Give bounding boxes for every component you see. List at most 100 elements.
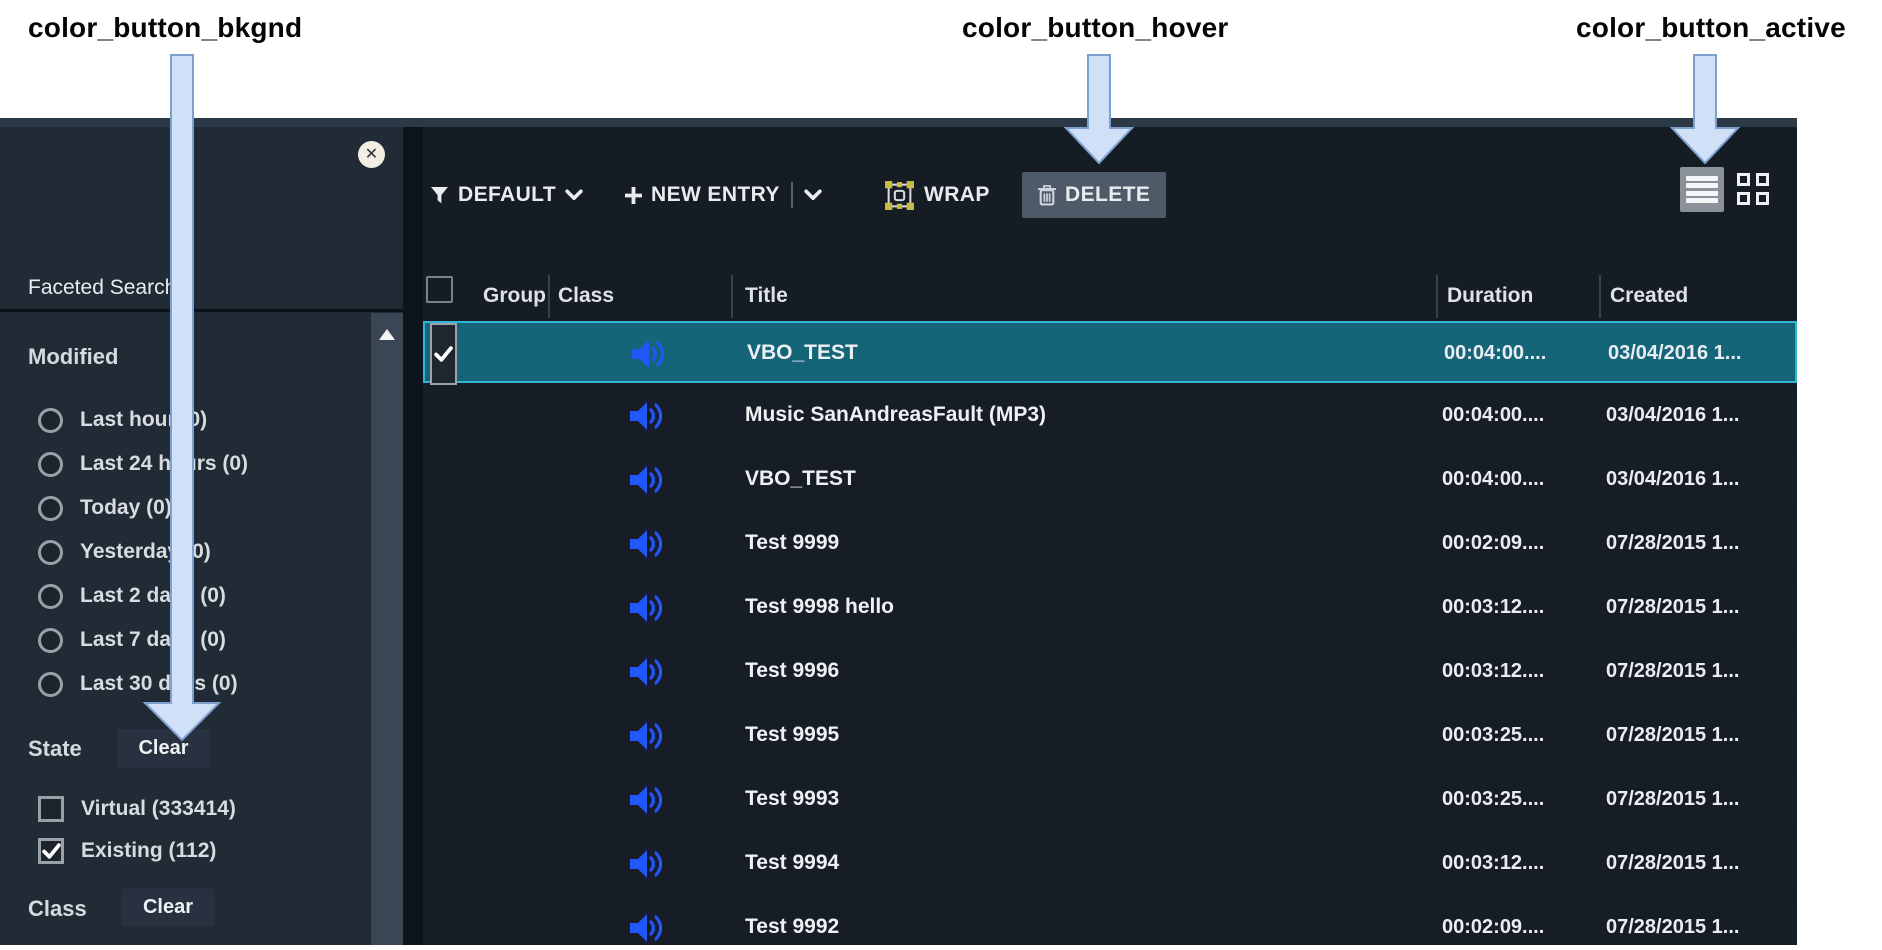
table-row[interactable]: Test 999500:03:25....07/28/2015 1... bbox=[423, 705, 1797, 767]
radio-button-icon[interactable] bbox=[38, 628, 63, 653]
facet-option-label: Last 7 days (0) bbox=[80, 628, 226, 652]
table-row[interactable]: Test 999200:02:09....07/28/2015 1... bbox=[423, 897, 1797, 945]
grid-view-button[interactable] bbox=[1737, 173, 1770, 206]
delete-button-hovered[interactable]: DELETE bbox=[1022, 172, 1166, 218]
audio-speaker-icon bbox=[627, 400, 663, 432]
row-duration: 00:04:00.... bbox=[1442, 449, 1544, 511]
column-separator[interactable] bbox=[548, 275, 550, 318]
wrap-selection-icon bbox=[884, 180, 915, 211]
facet-option-checkbox[interactable]: Existing (112) bbox=[38, 830, 368, 872]
column-separator[interactable] bbox=[731, 275, 733, 318]
list-view-icon bbox=[1686, 176, 1718, 181]
results-table: VBO_TEST00:04:00....03/04/2016 1...Music… bbox=[423, 321, 1797, 945]
annotation-label-color-button-bkgnd: color_button_bkgnd bbox=[28, 12, 302, 44]
class-clear-button[interactable]: Clear bbox=[122, 888, 214, 926]
facet-option-radio[interactable]: Last 2 days (0) bbox=[38, 574, 368, 618]
row-title: VBO_TEST bbox=[745, 449, 856, 511]
row-title: VBO_TEST bbox=[747, 323, 858, 385]
radio-button-icon[interactable] bbox=[38, 540, 63, 565]
audio-speaker-icon bbox=[627, 528, 663, 560]
column-header-created[interactable]: Created bbox=[1610, 276, 1688, 316]
facet-option-label: Today (0) bbox=[80, 496, 172, 520]
table-row[interactable]: Test 999600:03:12....07/28/2015 1... bbox=[423, 641, 1797, 703]
default-filter-button[interactable]: DEFAULT bbox=[430, 172, 583, 218]
row-duration: 00:03:12.... bbox=[1442, 641, 1544, 703]
facet-option-radio[interactable]: Yesterday (0) bbox=[38, 530, 368, 574]
row-created: 03/04/2016 1... bbox=[1606, 385, 1739, 447]
radio-button-icon[interactable] bbox=[38, 672, 63, 697]
audio-speaker-icon bbox=[627, 848, 663, 880]
chevron-down-icon[interactable] bbox=[804, 189, 822, 201]
table-row[interactable]: VBO_TEST 00:04:00.... 03/04/2016 1... bbox=[423, 449, 1797, 511]
grid-view-icon bbox=[1737, 173, 1750, 186]
table-row[interactable]: Music SanAndreasFault (MP3)00:04:00....0… bbox=[423, 385, 1797, 447]
facet-option-checkbox[interactable]: Virtual (333414) bbox=[38, 788, 368, 830]
row-duration: 00:03:25.... bbox=[1442, 769, 1544, 831]
column-header-class[interactable]: Class bbox=[558, 276, 614, 316]
audio-speaker-icon bbox=[629, 338, 665, 370]
select-all-checkbox[interactable] bbox=[426, 276, 453, 303]
scroll-up-arrow-icon[interactable] bbox=[379, 329, 395, 340]
row-duration: 00:02:09.... bbox=[1442, 513, 1544, 575]
state-clear-button[interactable]: Clear bbox=[117, 729, 210, 768]
facet-option-radio[interactable]: Today (0) bbox=[38, 486, 368, 530]
close-icon: ✕ bbox=[365, 147, 378, 163]
table-row[interactable]: Test 999400:03:12....07/28/2015 1... bbox=[423, 833, 1797, 895]
row-created: 07/28/2015 1... bbox=[1606, 769, 1739, 831]
row-created: 03/04/2016 1... bbox=[1608, 323, 1741, 385]
row-duration: 00:03:12.... bbox=[1442, 833, 1544, 895]
default-button-label: DEFAULT bbox=[458, 183, 556, 207]
audio-speaker-icon bbox=[627, 912, 663, 944]
facet-option-label: Existing (112) bbox=[81, 839, 216, 863]
row-created: 07/28/2015 1... bbox=[1606, 705, 1739, 767]
radio-button-icon[interactable] bbox=[38, 408, 63, 433]
delete-button-label: DELETE bbox=[1065, 183, 1150, 207]
column-header-title[interactable]: Title bbox=[745, 276, 788, 316]
check-icon bbox=[434, 346, 453, 362]
facet-option-label: Last 30 days (0) bbox=[80, 672, 238, 696]
row-created: 07/28/2015 1... bbox=[1606, 833, 1739, 895]
page: color_button_bkgnd color_button_hover co… bbox=[0, 0, 1882, 950]
row-created: 07/28/2015 1... bbox=[1606, 577, 1739, 639]
column-separator[interactable] bbox=[1599, 275, 1601, 318]
sidebar-scrollbar[interactable] bbox=[371, 313, 403, 945]
close-panel-button[interactable]: ✕ bbox=[358, 141, 385, 168]
row-checkbox[interactable] bbox=[430, 323, 457, 385]
facet-option-radio[interactable]: Last 7 days (0) bbox=[38, 618, 368, 662]
facet-option-label: Yesterday (0) bbox=[80, 540, 211, 564]
row-duration: 00:03:12.... bbox=[1442, 577, 1544, 639]
column-separator[interactable] bbox=[1436, 275, 1438, 318]
wrap-button-label: WRAP bbox=[924, 183, 990, 207]
table-row[interactable]: Test 9998 hello 00:03:12.... 07/28/2015 1.… bbox=[423, 577, 1797, 639]
facet-modified-title: Modified bbox=[28, 344, 118, 370]
list-view-button-active[interactable] bbox=[1680, 167, 1724, 212]
column-header-group[interactable]: Group bbox=[483, 276, 547, 316]
radio-button-icon[interactable] bbox=[38, 584, 63, 609]
row-created: 03/04/2016 1... bbox=[1606, 449, 1739, 511]
row-duration: 00:04:00.... bbox=[1444, 323, 1546, 385]
annotation-label-color-button-hover: color_button_hover bbox=[962, 12, 1229, 44]
facet-option-radio[interactable]: Last hour (0) bbox=[38, 398, 368, 442]
radio-button-icon[interactable] bbox=[38, 496, 63, 521]
plus-icon bbox=[625, 187, 642, 204]
row-duration: 00:02:09.... bbox=[1442, 897, 1544, 945]
table-row[interactable]: Test 999300:03:25....07/28/2015 1... bbox=[423, 769, 1797, 831]
wrap-button[interactable]: WRAP bbox=[884, 172, 990, 218]
radio-button-icon[interactable] bbox=[38, 452, 63, 477]
table-row[interactable]: VBO_TEST 00:04:00.... 03/04/2016 1... bbox=[423, 321, 1797, 383]
facet-option-radio[interactable]: Last 24 hours (0) bbox=[38, 442, 368, 486]
audio-speaker-icon bbox=[627, 784, 663, 816]
row-title: Music SanAndreasFault (MP3) bbox=[745, 385, 1046, 447]
checkbox-icon[interactable] bbox=[38, 838, 64, 864]
row-title: Test 9998 hello bbox=[745, 577, 894, 639]
column-header-duration[interactable]: Duration bbox=[1447, 276, 1533, 316]
checkbox-icon[interactable] bbox=[38, 796, 64, 822]
table-row[interactable]: Test 999900:02:09....07/28/2015 1... bbox=[423, 513, 1797, 575]
facet-option-label: Last 2 days (0) bbox=[80, 584, 226, 608]
facet-option-radio[interactable]: Last 30 days (0) bbox=[38, 662, 368, 706]
row-created: 07/28/2015 1... bbox=[1606, 641, 1739, 703]
row-duration: 00:03:25.... bbox=[1442, 705, 1544, 767]
facet-option-label: Last hour (0) bbox=[80, 408, 207, 432]
row-created: 07/28/2015 1... bbox=[1606, 897, 1739, 945]
new-entry-button[interactable]: NEW ENTRY bbox=[625, 172, 822, 218]
